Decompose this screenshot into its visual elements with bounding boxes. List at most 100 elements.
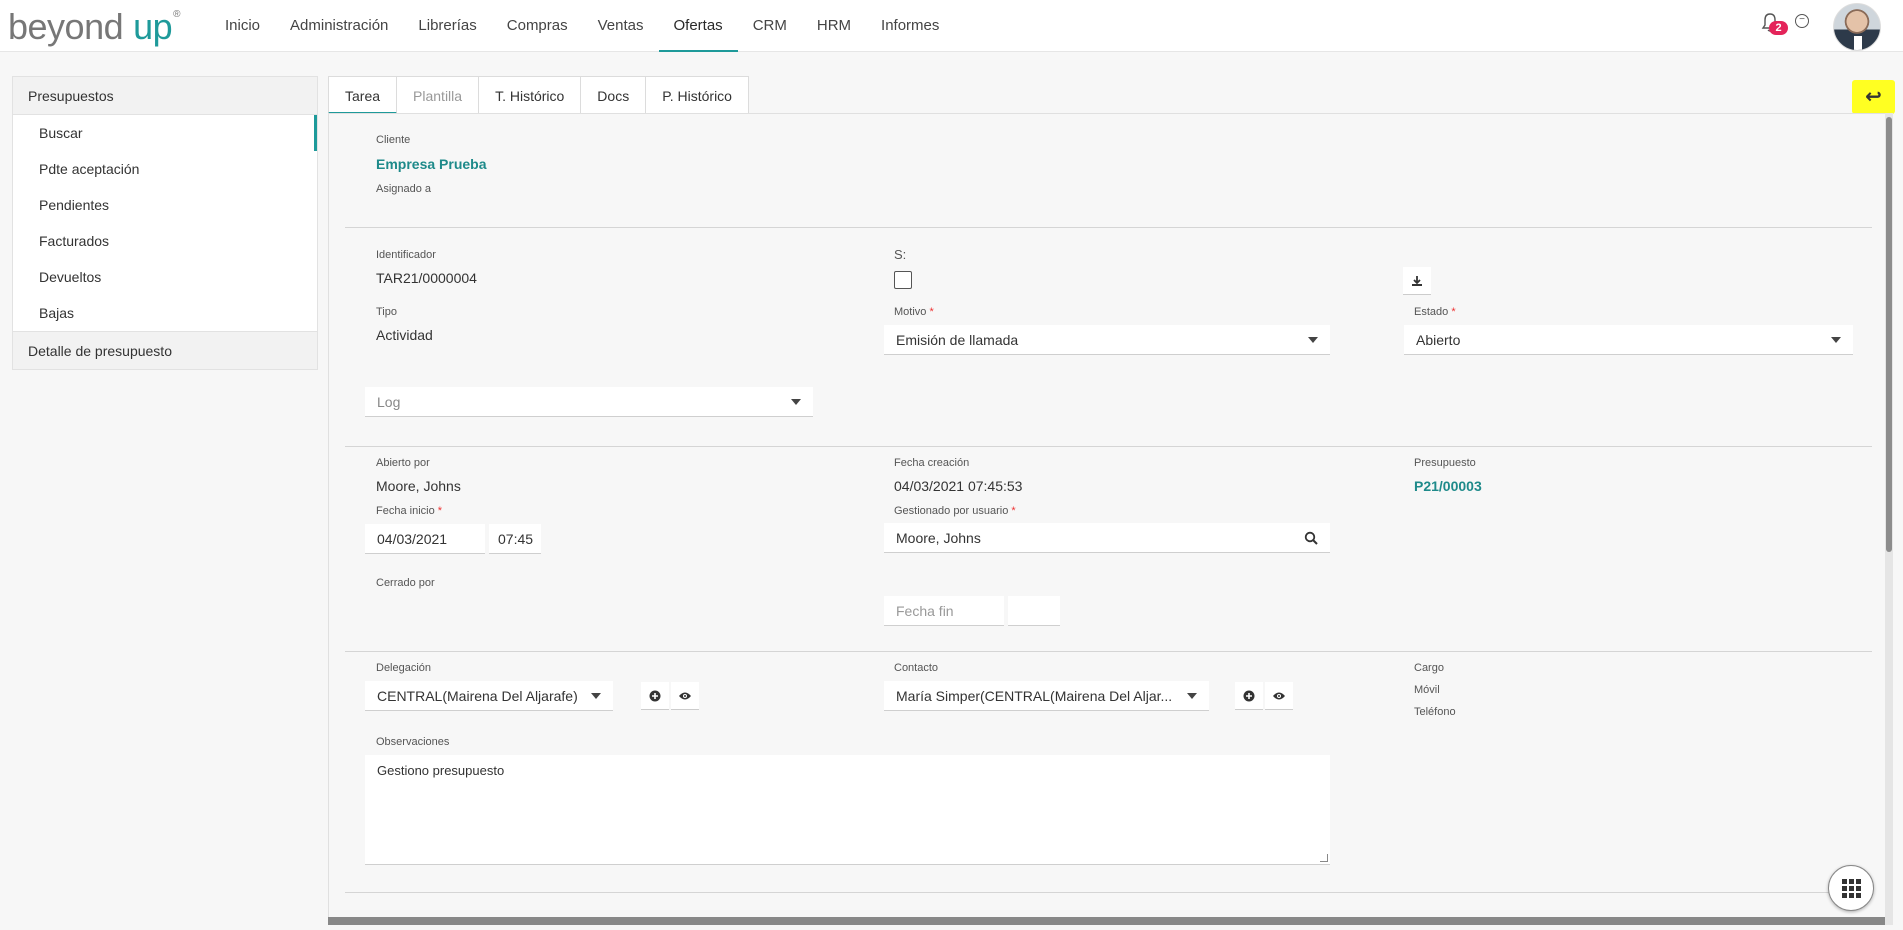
sidebar-item-buscar[interactable]: Buscar [13,115,317,151]
avatar[interactable] [1833,3,1881,51]
fecha-creacion-label: Fecha creación [894,457,970,469]
cargo-label: Cargo [1414,662,1444,674]
apps-grid-button[interactable] [1828,865,1874,911]
view-contacto-button[interactable] [1265,682,1293,710]
gestionado-value: Moore, Johns [896,530,981,546]
horizontal-scrollbar[interactable] [328,917,1885,925]
nav-compras[interactable]: Compras [492,0,583,52]
motivo-select[interactable]: Emisión de llamada [884,325,1330,355]
divider [345,651,1872,652]
divider [345,892,1872,893]
sidebar-header[interactable]: Presupuestos [13,77,317,115]
fecha-inicio-date-input[interactable]: 04/03/2021 [365,524,485,554]
movil-label: Móvil [1414,684,1440,696]
nav-informes[interactable]: Informes [866,0,954,52]
log-select[interactable]: Log [365,387,813,417]
gestionado-input[interactable]: Moore, Johns [884,523,1330,553]
presupuesto-label: Presupuesto [1414,457,1476,469]
vertical-scrollbar[interactable] [1885,113,1893,925]
s-checkbox[interactable] [894,271,912,289]
logo-right: up [133,6,173,47]
settings-circle-icon[interactable]: − [1795,14,1809,28]
gestionado-label: Gestionado por usuario * [894,505,1016,517]
plus-circle-icon [649,690,661,702]
download-button[interactable] [1403,267,1431,295]
motivo-label: Motivo * [894,306,934,318]
chevron-down-icon [791,399,801,405]
chevron-down-icon [591,693,601,699]
nav-administracion[interactable]: Administración [275,0,403,52]
scrollbar-thumb[interactable] [1886,117,1892,552]
delegacion-label: Delegación [376,662,432,674]
add-contacto-button[interactable] [1235,682,1263,710]
eye-icon [679,692,691,700]
cerrado-por-label: Cerrado por [376,577,435,589]
observaciones-label: Observaciones [376,736,450,748]
nav-librerias[interactable]: Librerías [403,0,491,52]
tab-p-historico[interactable]: P. Histórico [646,76,749,114]
logo-left: beyond [8,6,124,47]
estado-select[interactable]: Abierto [1404,325,1853,355]
tab-tarea[interactable]: Tarea [328,76,398,114]
download-icon [1412,276,1422,286]
fecha-fin-date-input[interactable]: Fecha fin [884,596,1004,626]
presupuesto-link[interactable]: P21/00003 [1414,478,1482,494]
divider [345,446,1872,447]
fecha-inicio-label: Fecha inicio * [376,505,443,517]
sidebar-item-pdte-aceptacion[interactable]: Pdte aceptación [13,151,317,187]
fecha-creacion-value: 04/03/2021 07:45:53 [894,478,1023,494]
abierto-por-value: Moore, Johns [376,478,461,494]
chevron-down-icon [1187,693,1197,699]
delegacion-select[interactable]: CENTRAL(Mairena Del Aljarafe) [365,681,613,711]
nav-crm[interactable]: CRM [738,0,802,52]
cliente-link[interactable]: Empresa Prueba [376,156,487,172]
main-nav: Inicio Administración Librerías Compras … [210,0,954,52]
sidebar-item-devueltos[interactable]: Devueltos [13,259,317,295]
observaciones-value: Gestiono presupuesto [377,763,505,778]
fecha-fin-time-input[interactable] [1008,596,1060,626]
resize-handle[interactable] [1320,854,1328,862]
logo[interactable]: beyond up ® [8,6,181,47]
eye-icon [1273,692,1285,700]
observaciones-textarea[interactable]: Gestiono presupuesto [365,755,1330,865]
contacto-label: Contacto [894,662,939,674]
tipo-label: Tipo [376,306,397,318]
tipo-value: Actividad [376,327,433,343]
chevron-down-icon [1308,337,1318,343]
motivo-value: Emisión de llamada [896,332,1019,348]
tab-plantilla[interactable]: Plantilla [397,76,480,114]
back-arrow-icon: ↩ [1865,86,1882,108]
nav-inicio[interactable]: Inicio [210,0,275,52]
nav-hrm[interactable]: HRM [802,0,866,52]
chevron-down-icon [1831,337,1841,343]
tab-bar: Tarea Plantilla T. Histórico Docs P. His… [328,76,749,114]
add-delegacion-button[interactable] [641,682,669,710]
task-form: Cliente Empresa Prueba Asignado a Identi… [328,113,1885,925]
nav-ventas[interactable]: Ventas [583,0,659,52]
contacto-select[interactable]: María Simper(CENTRAL(Mairena Del Aljar..… [884,681,1209,711]
search-icon[interactable] [1304,531,1318,545]
log-placeholder: Log [377,394,401,410]
fecha-inicio-time-input[interactable]: 07:45 [489,524,541,554]
view-delegacion-button[interactable] [671,682,699,710]
delegacion-value: CENTRAL(Mairena Del Aljarafe) [377,688,578,704]
nav-ofertas[interactable]: Ofertas [658,0,738,52]
plus-circle-icon [1243,690,1255,702]
tab-t-historico[interactable]: T. Histórico [479,76,582,114]
back-button[interactable]: ↩ [1852,80,1895,114]
notification-badge: 2 [1769,21,1788,35]
sidebar-item-detalle[interactable]: Detalle de presupuesto [13,331,317,369]
sidebar-item-pendientes[interactable]: Pendientes [13,187,317,223]
sidebar-item-bajas[interactable]: Bajas [13,295,317,331]
identificador-label: Identificador [376,249,436,261]
tab-docs[interactable]: Docs [581,76,647,114]
abierto-por-label: Abierto por [376,457,430,469]
sidebar-item-facturados[interactable]: Facturados [13,223,317,259]
logo-reg: ® [173,9,181,20]
estado-value: Abierto [1416,332,1461,348]
telefono-label: Teléfono [1414,706,1456,718]
divider [345,227,1872,228]
s-label: S: [894,247,907,262]
estado-label: Estado * [1414,306,1456,318]
contacto-value: María Simper(CENTRAL(Mairena Del Aljar..… [896,688,1173,704]
